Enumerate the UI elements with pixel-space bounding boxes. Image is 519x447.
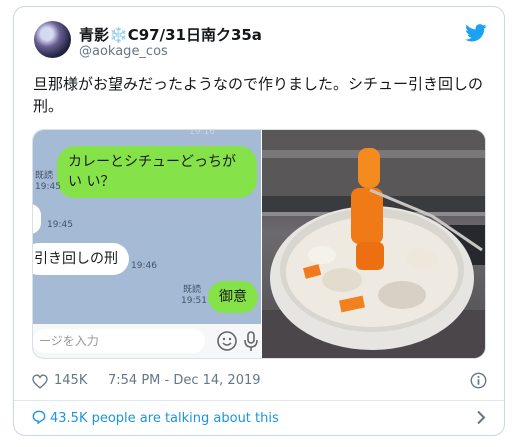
twitter-bird-icon[interactable] [465,24,487,42]
avatar[interactable] [34,21,71,58]
microphone-icon[interactable] [240,330,261,352]
tweet-actions: 145K 7:54 PM - Dec 14, 2019 [32,372,487,392]
chat-read-4: 既読 [183,285,202,295]
chat-time-2: 19:45 [47,220,73,230]
chat-time-4: 19:51 [181,296,207,306]
speech-bubble-icon [32,410,46,424]
chat-bubble-4: 御意 [208,281,258,313]
chat-bubble-4-text: 御意 [219,289,247,305]
info-icon[interactable] [470,372,487,389]
chat-bubble-3-text: 引き回しの刑 [34,251,118,267]
chat-time-1: 19:45 [35,182,61,192]
heart-icon[interactable] [32,374,48,389]
chat-header-time: 19:16 [189,130,215,137]
like-count[interactable]: 145K [54,373,87,388]
stew-photo[interactable] [262,130,485,358]
chat-input-bar: ージを入力 [33,324,261,358]
tweet-card[interactable]: 青影❄️C97/31日南ク35a @aokage_cos 旦那様がお望みだったよ… [13,6,505,436]
chat-screenshot[interactable]: 19:16 カレーとシチューどっちがい い？ 既読 19:45 19:45 引き… [33,130,261,358]
snowflake-emoji: ❄️ [109,26,128,44]
conversation-text: 43.5K people are talking about this [50,411,279,426]
media-grid[interactable]: 19:16 カレーとシチューどっちがい い？ 既読 19:45 19:45 引き… [32,129,486,359]
tweet-text: 旦那様がお望みだったようなので作りました。シチュー引き回しの刑。 [33,75,484,115]
chat-bubble-3: 引き回しの刑 [33,243,129,275]
card-divider [14,400,504,401]
display-name-suffix: C97/31日南ク35a [127,26,262,44]
conversation-link[interactable]: 43.5K people are talking about this [32,410,279,426]
chat-read-1: 既読 [35,171,54,181]
chat-bubble-2 [33,204,41,234]
smiley-icon[interactable] [216,330,238,352]
chevron-right-icon[interactable] [476,410,486,425]
chat-time-3: 19:46 [131,261,157,271]
chat-bubble-1: カレーとシチューどっちがい い？ [57,146,257,198]
chat-bubble-1-text: カレーとシチューどっちがい い？ [68,154,236,190]
display-name-text: 青影 [79,26,110,44]
stew-bowl-illustration [262,130,485,358]
display-name[interactable]: 青影❄️C97/31日南ク35a [79,24,262,45]
tweet-timestamp[interactable]: 7:54 PM - Dec 14, 2019 [108,373,261,388]
chat-message-input[interactable]: ージを入力 [33,329,205,353]
user-handle[interactable]: @aokage_cos [79,44,168,59]
